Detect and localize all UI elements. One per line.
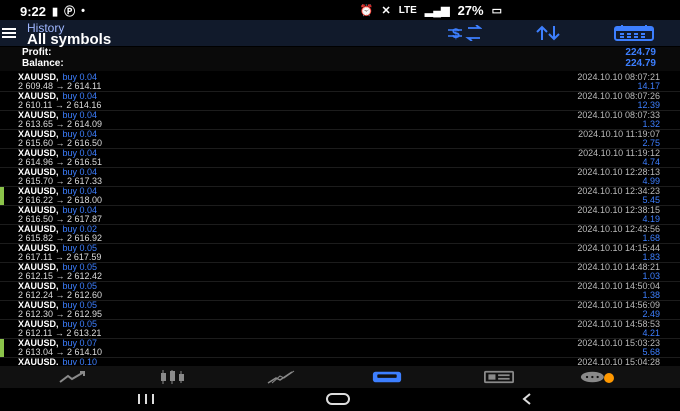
alarm-icon: ⏰ [359,5,374,17]
news-icon[interactable] [484,369,514,385]
trade-row[interactable]: XAUUSD, buy 0.04 2 616.22 → 2 618.00 2024.1… [0,187,680,206]
trade-row[interactable]: XAUUSD, buy 0.04 2 613.65 → 2 614.09 2024.1… [0,111,680,130]
trade-history-list[interactable]: XAUUSD, buy 0.04 2 609.48 → 2 614.11 2024.1… [0,73,680,365]
trade-prices: 2 612.24 → 2 612.60 [18,290,103,300]
trade-row[interactable]: XAUUSD, buy 0.07 2 613.04 → 2 614.10 2024.1… [0,339,680,358]
trade-prices: 2 615.70 → 2 617.33 [18,176,103,186]
notification-badge [604,373,614,383]
trade-profit: 4.74 [642,157,660,167]
trade-prices: 2 612.30 → 2 612.95 [18,309,103,319]
sort-icon[interactable] [530,24,570,42]
profit-value: 224.79 [625,47,656,58]
trade-profit: 1.32 [642,119,660,129]
battery-level: 27% [457,3,484,18]
trade-row[interactable]: XAUUSD, buy 0.02 2 615.82 → 2 616.92 2024.1… [0,225,680,244]
quotes-icon[interactable] [58,369,88,385]
trade-prices: 2 615.82 → 2 616.92 [18,233,103,243]
trade-prices: 2 609.48 → 2 614.11 [18,81,102,91]
trade-profit: 2.75 [642,138,660,148]
app-p-icon: Ⓟ [64,6,76,18]
trade-profit: 1.83 [642,252,660,262]
chart-icon[interactable] [158,369,188,385]
trade-row[interactable]: XAUUSD, buy 0.05 2 612.24 → 2 612.60 2024.1… [0,282,680,301]
history-icon[interactable] [372,369,402,385]
trade-profit: 5.45 [642,195,660,205]
status-bar: 9:22 ▮ Ⓟ • ⏰ ✕ LTE ▂▄▆ 27% ▭ [0,0,680,20]
trade-profit: 4.99 [642,176,660,186]
trade-row[interactable]: XAUUSD, buy 0.05 2 612.30 → 2 612.95 2024.1… [0,301,680,320]
trade-profit: 14.17 [637,81,660,91]
trade-prices: 2 616.50 → 2 617.87 [18,214,103,224]
trade-profit: 12.39 [637,100,660,110]
trade-row[interactable]: XAUUSD, buy 0.05 2 612.15 → 2 612.42 2024.1… [0,263,680,282]
trade-profit: 4.21 [642,328,660,338]
money-filter-icon[interactable]: $ [444,24,484,42]
page-title[interactable]: All symbols [27,31,111,48]
app-header: History All symbols $ [0,20,680,48]
signal-icon: ▂▄▆ [424,5,450,17]
trade-prices: 2 613.04 → 2 614.10 [18,347,103,357]
trade-profit: 4.19 [642,214,660,224]
bottom-tab-bar [0,366,680,388]
trade-row[interactable]: XAUUSD, buy 0.05 2 617.11 → 2 617.59 2024.1… [0,244,680,263]
trade-symbol-name: XAUUSD, [18,357,59,366]
trade-profit: 5.68 [642,347,660,357]
mute-icon: ✕ [381,5,391,17]
recent-apps-icon[interactable] [136,392,156,411]
trade-row[interactable]: XAUUSD, buy 0.05 2 612.11 → 2 613.21 2024.1… [0,320,680,339]
battery-icon: ▭ [491,5,502,17]
app-dot-icon: • [81,5,85,17]
back-icon[interactable] [520,392,534,411]
svg-text:$: $ [452,25,460,41]
system-nav-bar [0,388,680,411]
trade-marker [0,187,4,205]
menu-icon[interactable] [2,28,16,38]
trade-prices: 2 613.65 → 2 614.09 [18,119,103,129]
trade-row[interactable]: XAUUSD, buy 0.04 2 614.96 → 2 616.51 2024.1… [0,149,680,168]
trade-profit: 1.03 [642,271,660,281]
trade-prices: 2 615.60 → 2 616.50 [18,138,103,148]
trade-prices: 2 610.11 → 2 614.16 [18,100,102,110]
trade-prices: 2 614.96 → 2 616.51 [18,157,103,167]
trade-row[interactable]: XAUUSD, buy 0.04 2 615.70 → 2 617.33 2024.1… [0,168,680,187]
trade-icon[interactable] [266,369,296,385]
trade-prices: 2 616.22 → 2 618.00 [18,195,103,205]
trade-marker [0,339,4,357]
trade-type: buy 0.10 [62,357,98,366]
status-time: 9:22 [20,3,47,19]
trade-profit: 1.38 [642,290,660,300]
balance-value: 224.79 [625,58,656,69]
trade-prices: 2 612.11 → 2 613.21 [18,328,102,338]
profit-label: Profit: [22,47,52,58]
trade-row[interactable]: XAUUSD, buy 0.04 2 615.60 → 2 616.50 2024.1… [0,130,680,149]
trade-prices: 2 617.11 → 2 617.59 [18,252,102,262]
notification-icon: ▮ [52,5,59,18]
trade-profit: 1.68 [642,233,660,243]
account-summary: Profit: 224.79 Balance: 224.79 [0,47,680,71]
calendar-icon[interactable] [614,24,654,42]
chat-icon[interactable] [580,369,614,385]
home-icon[interactable] [325,392,351,411]
trade-row[interactable]: XAUUSD, buy 0.04 2 616.50 → 2 617.87 2024.1… [0,206,680,225]
trade-prices: 2 612.15 → 2 612.42 [18,271,103,281]
trade-profit: 2.49 [642,309,660,319]
trade-row[interactable]: XAUUSD, buy 0.10 2024.10.10 15:04:28 [0,357,680,366]
trade-time: 2024.10.10 15:04:28 [577,357,660,366]
trade-symbol: XAUUSD, buy 0.10 [18,357,98,366]
trade-row[interactable]: XAUUSD, buy 0.04 2 610.11 → 2 614.16 2024.1… [0,92,680,111]
trade-row[interactable]: XAUUSD, buy 0.04 2 609.48 → 2 614.11 2024.1… [0,73,680,92]
balance-label: Balance: [22,58,64,69]
network-type: LTE [398,5,417,16]
